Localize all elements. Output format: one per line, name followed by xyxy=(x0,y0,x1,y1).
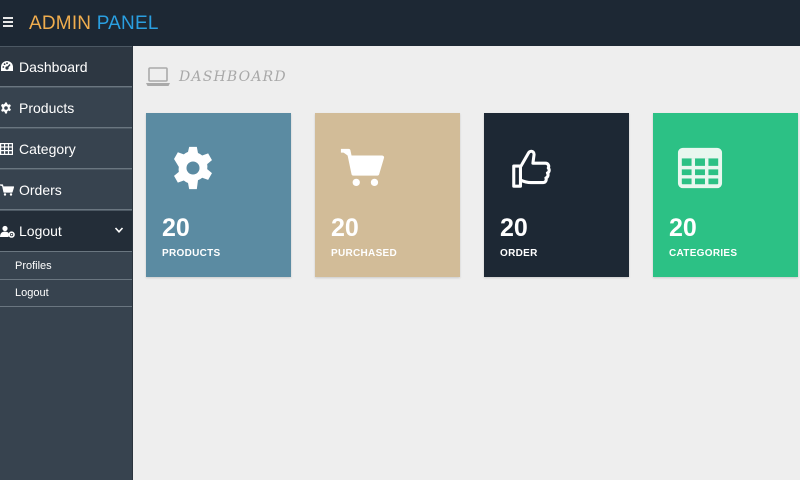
submenu-item-profiles[interactable]: Profiles xyxy=(0,251,132,279)
page-title: DASHBOARD xyxy=(145,67,287,87)
card-label: PRODUCTS xyxy=(162,248,221,259)
table-icon xyxy=(677,147,723,189)
top-bar: ADMIN PANEL xyxy=(0,0,800,46)
gear-icon xyxy=(0,102,19,114)
cart-icon xyxy=(0,183,19,196)
main-content: DASHBOARD 20 PRODUCTS 20 PURCHASED 20 OR… xyxy=(133,46,800,480)
hamburger-menu-icon[interactable] xyxy=(3,15,17,31)
cart-icon xyxy=(340,148,385,187)
table-icon xyxy=(0,142,19,155)
submenu-item-logout[interactable]: Logout xyxy=(0,279,132,307)
gear-icon xyxy=(174,146,212,190)
card-products[interactable]: 20 PRODUCTS xyxy=(146,113,291,277)
card-label: CATEGORIES xyxy=(669,248,738,259)
page-title-text: DASHBOARD xyxy=(179,69,287,85)
card-label: ORDER xyxy=(500,248,538,259)
sidebar-item-label: Products xyxy=(19,99,75,116)
brand-part-admin: ADMIN xyxy=(29,13,92,34)
sidebar-item-label: Category xyxy=(19,140,76,157)
sidebar-item-dashboard[interactable]: Dashboard xyxy=(0,46,132,87)
card-categories[interactable]: 20 CATEGORIES xyxy=(653,113,798,277)
chevron-down-icon[interactable] xyxy=(114,225,124,235)
card-purchased[interactable]: 20 PURCHASED xyxy=(315,113,460,277)
sidebar: Dashboard Products Category Orders Logou… xyxy=(0,46,133,480)
sidebar-item-category[interactable]: Category xyxy=(0,128,132,169)
sidebar-item-label: Orders xyxy=(19,181,62,198)
thumbs-up-icon xyxy=(512,149,551,188)
card-value: 20 xyxy=(669,214,697,242)
card-value: 20 xyxy=(331,214,359,242)
brand-part-panel: PANEL xyxy=(96,13,159,34)
sidebar-item-logout[interactable]: Logout xyxy=(0,210,132,251)
brand-logo[interactable]: ADMIN PANEL xyxy=(29,13,159,35)
card-value: 20 xyxy=(162,214,190,242)
logout-submenu: Profiles Logout xyxy=(0,251,132,307)
sidebar-item-orders[interactable]: Orders xyxy=(0,169,132,210)
users-cog-icon xyxy=(0,225,19,238)
sidebar-item-products[interactable]: Products xyxy=(0,87,132,128)
card-order[interactable]: 20 ORDER xyxy=(484,113,629,277)
card-value: 20 xyxy=(500,214,528,242)
sidebar-item-label: Dashboard xyxy=(19,58,88,75)
card-label: PURCHASED xyxy=(331,248,398,259)
sidebar-item-label: Logout xyxy=(19,223,62,239)
dashboard-icon xyxy=(0,60,19,73)
laptop-icon xyxy=(146,67,170,86)
